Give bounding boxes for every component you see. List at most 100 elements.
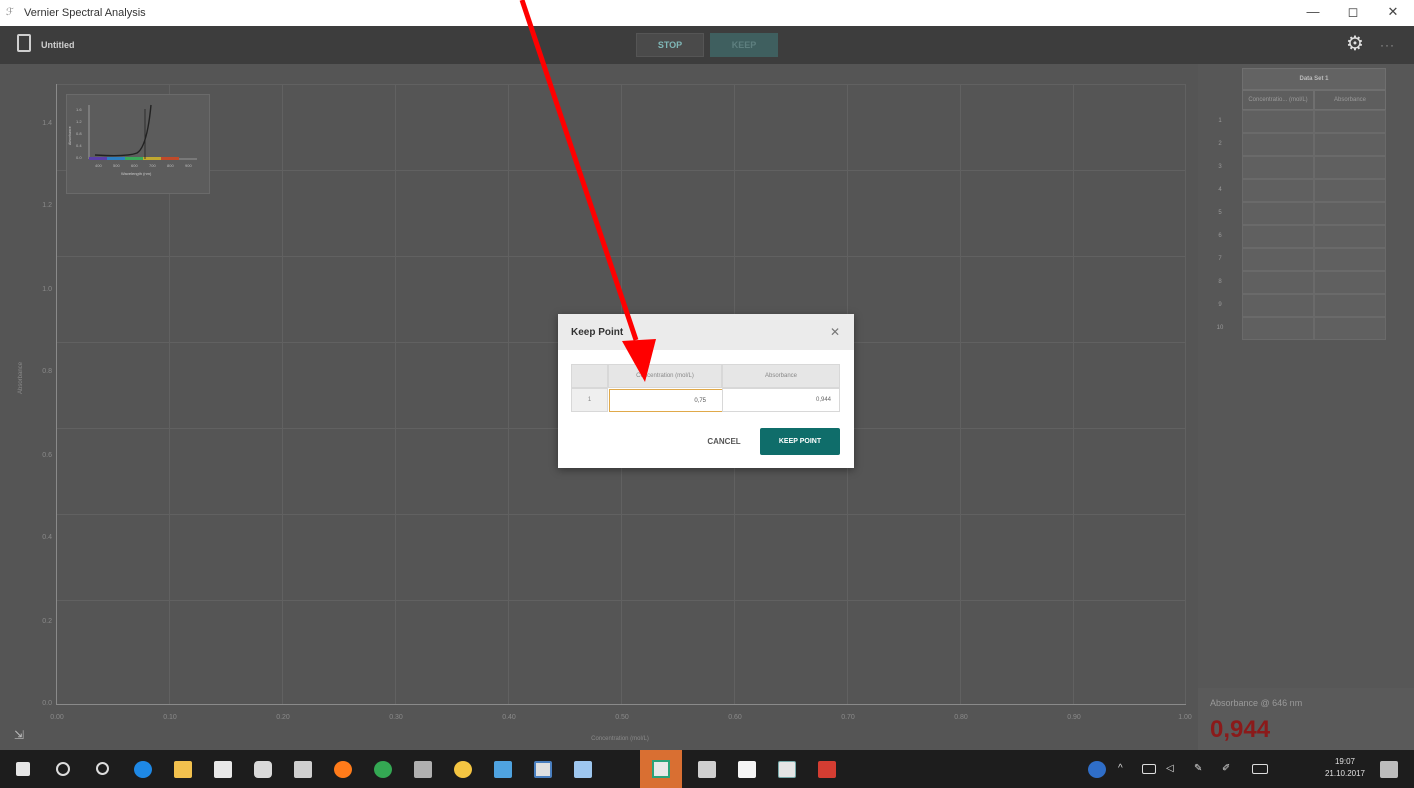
thumb-spectrum-band [107,157,125,160]
file-explorer-icon[interactable] [174,761,192,778]
close-icon[interactable]: ✕ [830,325,840,339]
table-cell[interactable] [1314,179,1386,202]
table-cell[interactable] [1314,248,1386,271]
chrome-icon[interactable] [374,761,392,778]
app-icon[interactable] [494,761,512,778]
table-cell[interactable] [1242,317,1314,340]
dialog-header: Keep Point ✕ [558,314,854,350]
grid-line [508,84,509,704]
x-tick-label: 0.90 [1067,714,1081,721]
task-view-icon[interactable] [96,762,109,775]
x-tick-label: 0.60 [728,714,742,721]
windows-start-icon[interactable] [16,762,30,776]
table-cell[interactable] [1314,156,1386,179]
app-icon[interactable] [698,761,716,778]
grid-line [1185,84,1186,704]
absorbance-value: 0,944 [722,388,840,412]
thumb-y-tick: 1.2 [76,119,82,124]
network-icon[interactable] [1142,764,1156,774]
table-row[interactable]: 1 [1198,110,1414,133]
table-cell[interactable] [1314,110,1386,133]
mail-icon[interactable] [294,761,312,778]
thumb-x-tick: 700 [149,163,156,168]
table-row[interactable]: 9 [1198,294,1414,317]
table-cell[interactable] [1314,225,1386,248]
data-set-header[interactable]: Data Set 1 [1242,68,1386,90]
help-icon[interactable] [1088,761,1106,778]
table-cell[interactable] [1242,133,1314,156]
table-cell[interactable] [1314,317,1386,340]
pen-icon[interactable]: ✎ [1194,764,1208,774]
row-index: 4 [1218,187,1222,193]
table-cell[interactable] [1242,271,1314,294]
cancel-button[interactable]: CANCEL [698,431,750,451]
keep-button[interactable]: KEEP [710,33,778,57]
edge-icon[interactable] [134,761,152,778]
concentration-input[interactable]: 0,75 [609,389,723,412]
table-cell[interactable] [1242,156,1314,179]
thumb-x-tick: 900 [185,163,192,168]
x-tick-label: 1.00 [1178,714,1192,721]
table-cell[interactable] [1314,294,1386,317]
table-cell[interactable] [1314,271,1386,294]
stop-button[interactable]: STOP [636,33,704,57]
pdf-icon[interactable] [818,761,836,778]
table-cell[interactable] [1242,225,1314,248]
table-cell[interactable] [1242,179,1314,202]
table-row[interactable]: 4 [1198,179,1414,202]
table-row[interactable]: 6 [1198,225,1414,248]
keep-point-button[interactable]: KEEP POINT [760,428,840,455]
system-clock[interactable]: 19:07 21.10.2017 [1324,756,1366,780]
table-row[interactable]: 2 [1198,133,1414,156]
store-icon[interactable] [214,761,232,778]
y-tick-label: 1.4 [42,120,52,127]
row-index: 5 [1218,210,1222,216]
column-header-absorbance[interactable]: Absorbance [1314,90,1386,110]
search-icon[interactable] [56,762,70,776]
column-header-concentration[interactable]: Concentratio... (mol/L) [1242,90,1314,110]
dropbox-icon[interactable] [254,761,272,778]
table-cell[interactable] [1242,110,1314,133]
table-cell[interactable] [1242,294,1314,317]
y-tick-label: 1.0 [42,286,52,293]
app-icon[interactable] [534,761,552,778]
app-icon[interactable] [574,761,592,778]
table-cell[interactable] [1242,202,1314,225]
window-title: Vernier Spectral Analysis [24,7,146,19]
document-icon[interactable] [738,761,756,778]
document-title[interactable]: Untitled [41,40,75,50]
app-icon[interactable] [414,761,432,778]
axis-options-icon[interactable]: ⇲ [14,728,24,742]
gear-icon[interactable]: ⚙ [1346,34,1364,54]
pen-settings-icon[interactable]: ✐ [1222,764,1236,774]
table-cell[interactable] [1314,133,1386,156]
file-icon[interactable] [17,34,31,52]
thumb-y-tick: 0.0 [76,155,82,160]
x-tick-label: 0.20 [276,714,290,721]
graph-app-icon[interactable] [778,761,796,778]
thumb-spectrum-band [125,157,143,160]
volume-icon[interactable]: ◁ [1166,764,1180,774]
meter-readout[interactable]: Absorbance @ 646 nm 0,944 [1198,688,1414,750]
notifications-icon[interactable] [1380,761,1398,778]
firefox-icon[interactable] [334,761,352,778]
table-cell[interactable] [1314,202,1386,225]
table-cell[interactable] [1242,248,1314,271]
more-options-icon[interactable]: ··· [1380,38,1395,52]
minimize-button[interactable]: — [1306,4,1320,20]
close-window-button[interactable]: ✕ [1386,4,1400,20]
thumb-spectrum-band [143,157,161,160]
table-row[interactable]: 5 [1198,202,1414,225]
table-row[interactable]: 8 [1198,271,1414,294]
norton-icon[interactable] [454,761,472,778]
vernier-app-icon[interactable] [652,760,670,778]
app-logo-icon: ℱ [6,7,14,18]
table-row[interactable]: 10 [1198,317,1414,340]
maximize-button[interactable]: ◻ [1346,4,1360,20]
table-row[interactable]: 3 [1198,156,1414,179]
spectrum-thumbnail[interactable]: 1.6 1.2 0.8 0.4 0.0 400 500 600 700 800 … [66,94,210,194]
table-row[interactable]: 7 [1198,248,1414,271]
grid-line [395,84,396,704]
chevron-up-icon[interactable]: ^ [1118,764,1128,781]
keyboard-icon[interactable] [1252,764,1268,774]
